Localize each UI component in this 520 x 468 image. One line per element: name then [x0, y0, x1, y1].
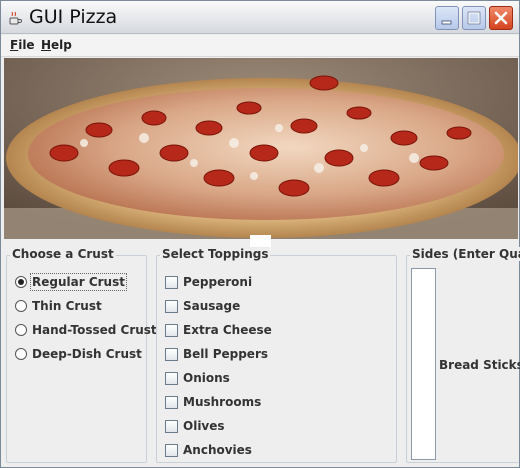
topping-label: Sausage: [183, 299, 241, 313]
sides-panel: Sides (Enter Quant Bread Sticks: [406, 247, 520, 463]
sides-panel-title: Sides (Enter Quant: [410, 247, 520, 261]
bread-sticks-label: Bread Sticks: [439, 358, 520, 372]
crust-option-deep-dish[interactable]: Deep-Dish Crust: [15, 345, 142, 363]
title-bar[interactable]: GUI Pizza: [1, 1, 519, 34]
minimize-button[interactable]: [435, 6, 459, 30]
topping-anchovies[interactable]: Anchovies: [165, 441, 252, 459]
checkbox-icon[interactable]: [165, 419, 178, 433]
menu-file[interactable]: File: [10, 38, 35, 52]
crust-panel-title: Choose a Crust: [10, 247, 116, 261]
checkbox-icon[interactable]: [165, 347, 178, 361]
pizza-image: [4, 58, 518, 239]
minimize-icon: [441, 20, 452, 25]
topping-label: Olives: [183, 419, 225, 433]
close-icon: [494, 11, 508, 25]
topping-bell-peppers[interactable]: Bell Peppers: [165, 345, 268, 363]
checkbox-icon[interactable]: [165, 275, 178, 289]
topping-label: Extra Cheese: [183, 323, 272, 337]
crust-option-regular[interactable]: Regular Crust: [15, 273, 127, 291]
toppings-panel-title: Select Toppings: [160, 247, 271, 261]
topping-sausage[interactable]: Sausage: [165, 297, 240, 315]
checkbox-icon[interactable]: [165, 395, 178, 409]
crust-option-label: Deep-Dish Crust: [32, 347, 142, 361]
topping-onions[interactable]: Onions: [165, 369, 230, 387]
topping-mushrooms[interactable]: Mushrooms: [165, 393, 261, 411]
crust-panel: Choose a Crust Regular Crust Thin Crust …: [6, 247, 157, 463]
java-coffee-icon: [9, 11, 22, 25]
window-title: GUI Pizza: [29, 6, 118, 28]
checkbox-icon[interactable]: [165, 443, 178, 457]
crust-option-label: Thin Crust: [32, 299, 102, 313]
radio-icon[interactable]: [15, 324, 27, 336]
topping-olives[interactable]: Olives: [165, 417, 225, 435]
radio-icon[interactable]: [15, 348, 27, 360]
topping-label: Pepperoni: [183, 275, 253, 289]
radio-icon[interactable]: [15, 300, 27, 312]
crust-option-label: Hand-Tossed Crust: [32, 323, 157, 337]
bread-sticks-quantity-field[interactable]: [411, 268, 436, 460]
crust-option-thin[interactable]: Thin Crust: [15, 297, 102, 315]
topping-extra-cheese[interactable]: Extra Cheese: [165, 321, 272, 339]
menu-help[interactable]: Help: [41, 38, 72, 52]
close-button[interactable]: [489, 6, 513, 30]
topping-label: Mushrooms: [183, 395, 262, 409]
topping-label: Bell Peppers: [183, 347, 269, 361]
crust-option-hand-tossed[interactable]: Hand-Tossed Crust: [15, 321, 157, 339]
topping-pepperoni[interactable]: Pepperoni: [165, 273, 252, 291]
checkbox-icon[interactable]: [165, 371, 178, 385]
crust-option-label: Regular Crust: [30, 273, 127, 291]
main-window: GUI Pizza File Help Choose a Crust Regul…: [0, 0, 520, 468]
pizza-photo-icon: [4, 58, 518, 239]
toppings-panel: Select Toppings Pepperoni Sausage Extra …: [156, 247, 397, 463]
topping-label: Anchovies: [183, 443, 252, 457]
checkbox-icon[interactable]: [165, 299, 178, 313]
menu-bar: File Help: [1, 35, 519, 57]
maximize-button[interactable]: [462, 6, 486, 30]
topping-label: Onions: [183, 371, 230, 385]
maximize-icon: [467, 11, 481, 25]
radio-selected-icon[interactable]: [15, 276, 27, 288]
checkbox-icon[interactable]: [165, 323, 178, 337]
